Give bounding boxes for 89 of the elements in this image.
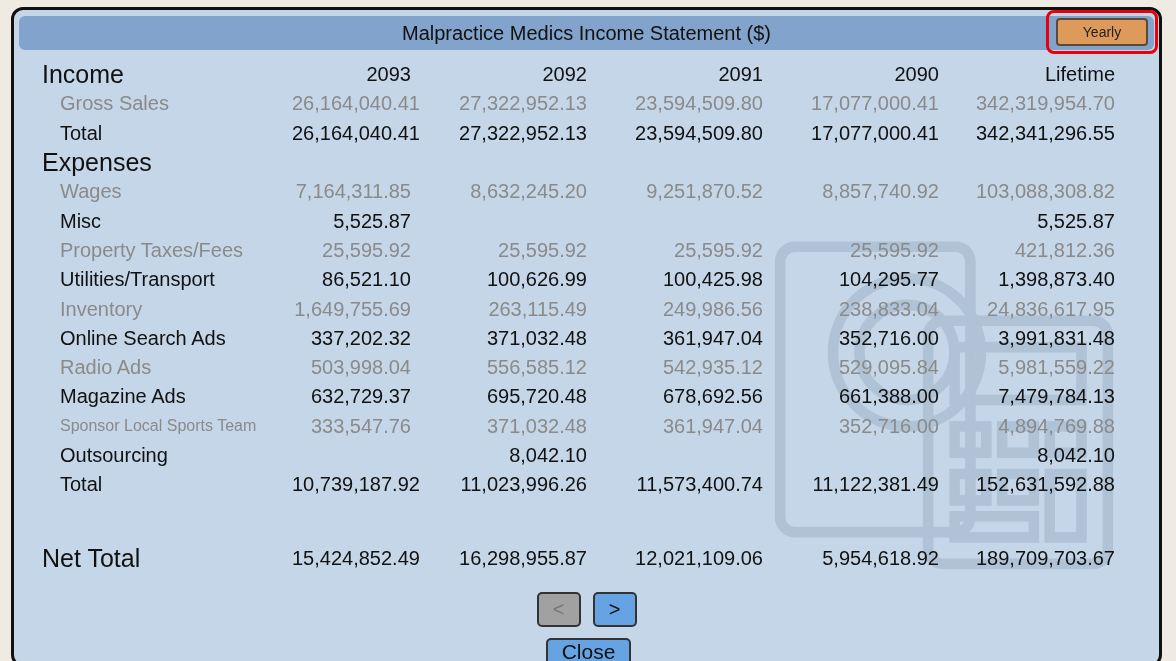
table-cell: 8,857,740.92 — [822, 180, 939, 203]
table-cell: 371,032.48 — [486, 414, 587, 437]
table-cell: 86,521.10 — [322, 268, 411, 291]
table-cell: 8,042.10 — [509, 444, 587, 466]
column-header: 2092 — [541, 63, 587, 87]
row-label: Gross Sales — [59, 92, 170, 116]
table-cell: 8,042.10 — [1037, 444, 1115, 466]
table-cell: 25,595.92 — [498, 238, 587, 261]
table-cell: 263,115.49 — [488, 297, 587, 320]
table-cell: 5,525.87 — [1037, 209, 1115, 232]
table-cell: 421,812.36 — [1014, 238, 1115, 261]
table-cell: 12,021,109.06 — [635, 546, 763, 569]
table-cell: 9,251,870.52 — [646, 180, 763, 203]
table-cell: 7,479,784.13 — [998, 385, 1115, 408]
row-label: Online Search Ads — [59, 326, 227, 350]
table-cell: 238,833.04 — [838, 297, 939, 320]
table-cell: 1,398,873.40 — [998, 268, 1115, 291]
page-button[interactable]: > — [592, 592, 637, 628]
close-button[interactable]: Close — [546, 638, 631, 661]
row-label: Outsourcing — [59, 444, 169, 467]
table-cell: 152,631,592.88 — [975, 473, 1115, 496]
table-cell: 27,322,952.13 — [459, 92, 587, 115]
table-cell: 4,894,769.88 — [998, 414, 1115, 437]
table-cell: 661,388.00 — [838, 385, 939, 408]
table-cell: 542,935.12 — [662, 356, 763, 379]
row-label: Net Total — [42, 543, 142, 573]
table-cell: 15,424,852.49 — [292, 546, 420, 569]
window-title: Malpractice Medics Income Statement ($) — [402, 21, 771, 45]
table-cell: 17,077,000.41 — [811, 92, 939, 115]
row-label: Income — [42, 60, 125, 90]
table-cell: 3,991,831.48 — [998, 326, 1115, 349]
table-cell: 25,595.92 — [674, 238, 763, 261]
table-cell: 11,122,381.49 — [812, 473, 939, 496]
table-cell: 11,573,400.74 — [636, 473, 763, 496]
column-header: 2091 — [717, 63, 763, 87]
table-cell: 11,023,996.26 — [460, 473, 587, 496]
row-label: Wages — [59, 180, 123, 204]
table-cell: 8,632,245.20 — [470, 180, 587, 203]
table-cell: 103,088,308.82 — [975, 180, 1115, 203]
table-cell: 5,954,618.92 — [822, 546, 939, 569]
table-cell: 5,981,559.22 — [998, 356, 1115, 379]
table-cell: 16,298,955.87 — [459, 546, 587, 569]
row-label: Sponsor Local Sports Team — [59, 417, 258, 436]
table-cell: 632,729.37 — [310, 385, 411, 408]
table-cell: 352,716.00 — [838, 326, 939, 349]
table-cell: 26,164,040.41 — [292, 92, 420, 115]
row-label: Total — [59, 473, 104, 497]
column-header: Lifetime — [1043, 63, 1115, 87]
row-label: Radio Ads — [59, 356, 153, 380]
table-cell: 371,032.48 — [486, 326, 587, 349]
row-label: Property Taxes/Fees — [59, 238, 245, 262]
table-cell: 556,585.12 — [486, 356, 587, 379]
table-cell: 361,947.04 — [662, 326, 763, 349]
row-label: Inventory — [59, 297, 144, 321]
table-cell: 503,998.04 — [310, 356, 411, 379]
table-cell: 10,739,187.92 — [292, 473, 420, 496]
table-cell: 7,164,311.85 — [295, 180, 411, 203]
period-button[interactable]: Yearly — [1056, 18, 1148, 46]
table-cell: 342,319,954.70 — [975, 92, 1115, 115]
table-cell: 25,595.92 — [322, 238, 411, 261]
table-cell: 17,077,000.41 — [811, 121, 939, 144]
row-label: Utilities/Transport — [59, 268, 216, 292]
table-cell: 695,720.48 — [486, 385, 587, 408]
table-cell: 100,626.99 — [486, 268, 587, 291]
table-cell: 100,425.98 — [662, 268, 763, 291]
table-cell: 352,716.00 — [838, 414, 939, 437]
table-cell: 23,594,509.80 — [635, 121, 763, 144]
table-cell: 337,202.32 — [310, 326, 411, 349]
table-cell: 23,594,509.80 — [635, 92, 763, 115]
table-cell: 1,649,755.69 — [294, 297, 411, 320]
row-label: Total — [59, 121, 104, 145]
table-cell: 361,947.04 — [662, 414, 763, 437]
column-header: 2093 — [365, 63, 411, 87]
table-cell: 25,595.92 — [850, 238, 939, 261]
table-cell: 342,341,296.55 — [975, 121, 1115, 144]
table-cell: 529,095.84 — [838, 356, 939, 379]
table-cell: 24,836,617.95 — [987, 297, 1115, 320]
row-label: Expenses — [42, 148, 153, 178]
table-cell: 104,295.77 — [838, 268, 939, 291]
table-cell: 249,986.56 — [662, 297, 763, 320]
table-cell: 333,547.76 — [310, 414, 411, 437]
row-label: Magazine Ads — [59, 385, 187, 409]
table-cell: 5,525.87 — [333, 209, 411, 232]
table-cell: 189,709,703.67 — [975, 546, 1115, 569]
table-cell: 27,322,952.13 — [459, 121, 587, 144]
column-header: 2090 — [893, 63, 939, 87]
row-label: Misc — [59, 209, 103, 233]
table-cell: 678,692.56 — [662, 385, 763, 408]
table-cell: 26,164,040.41 — [292, 121, 420, 144]
